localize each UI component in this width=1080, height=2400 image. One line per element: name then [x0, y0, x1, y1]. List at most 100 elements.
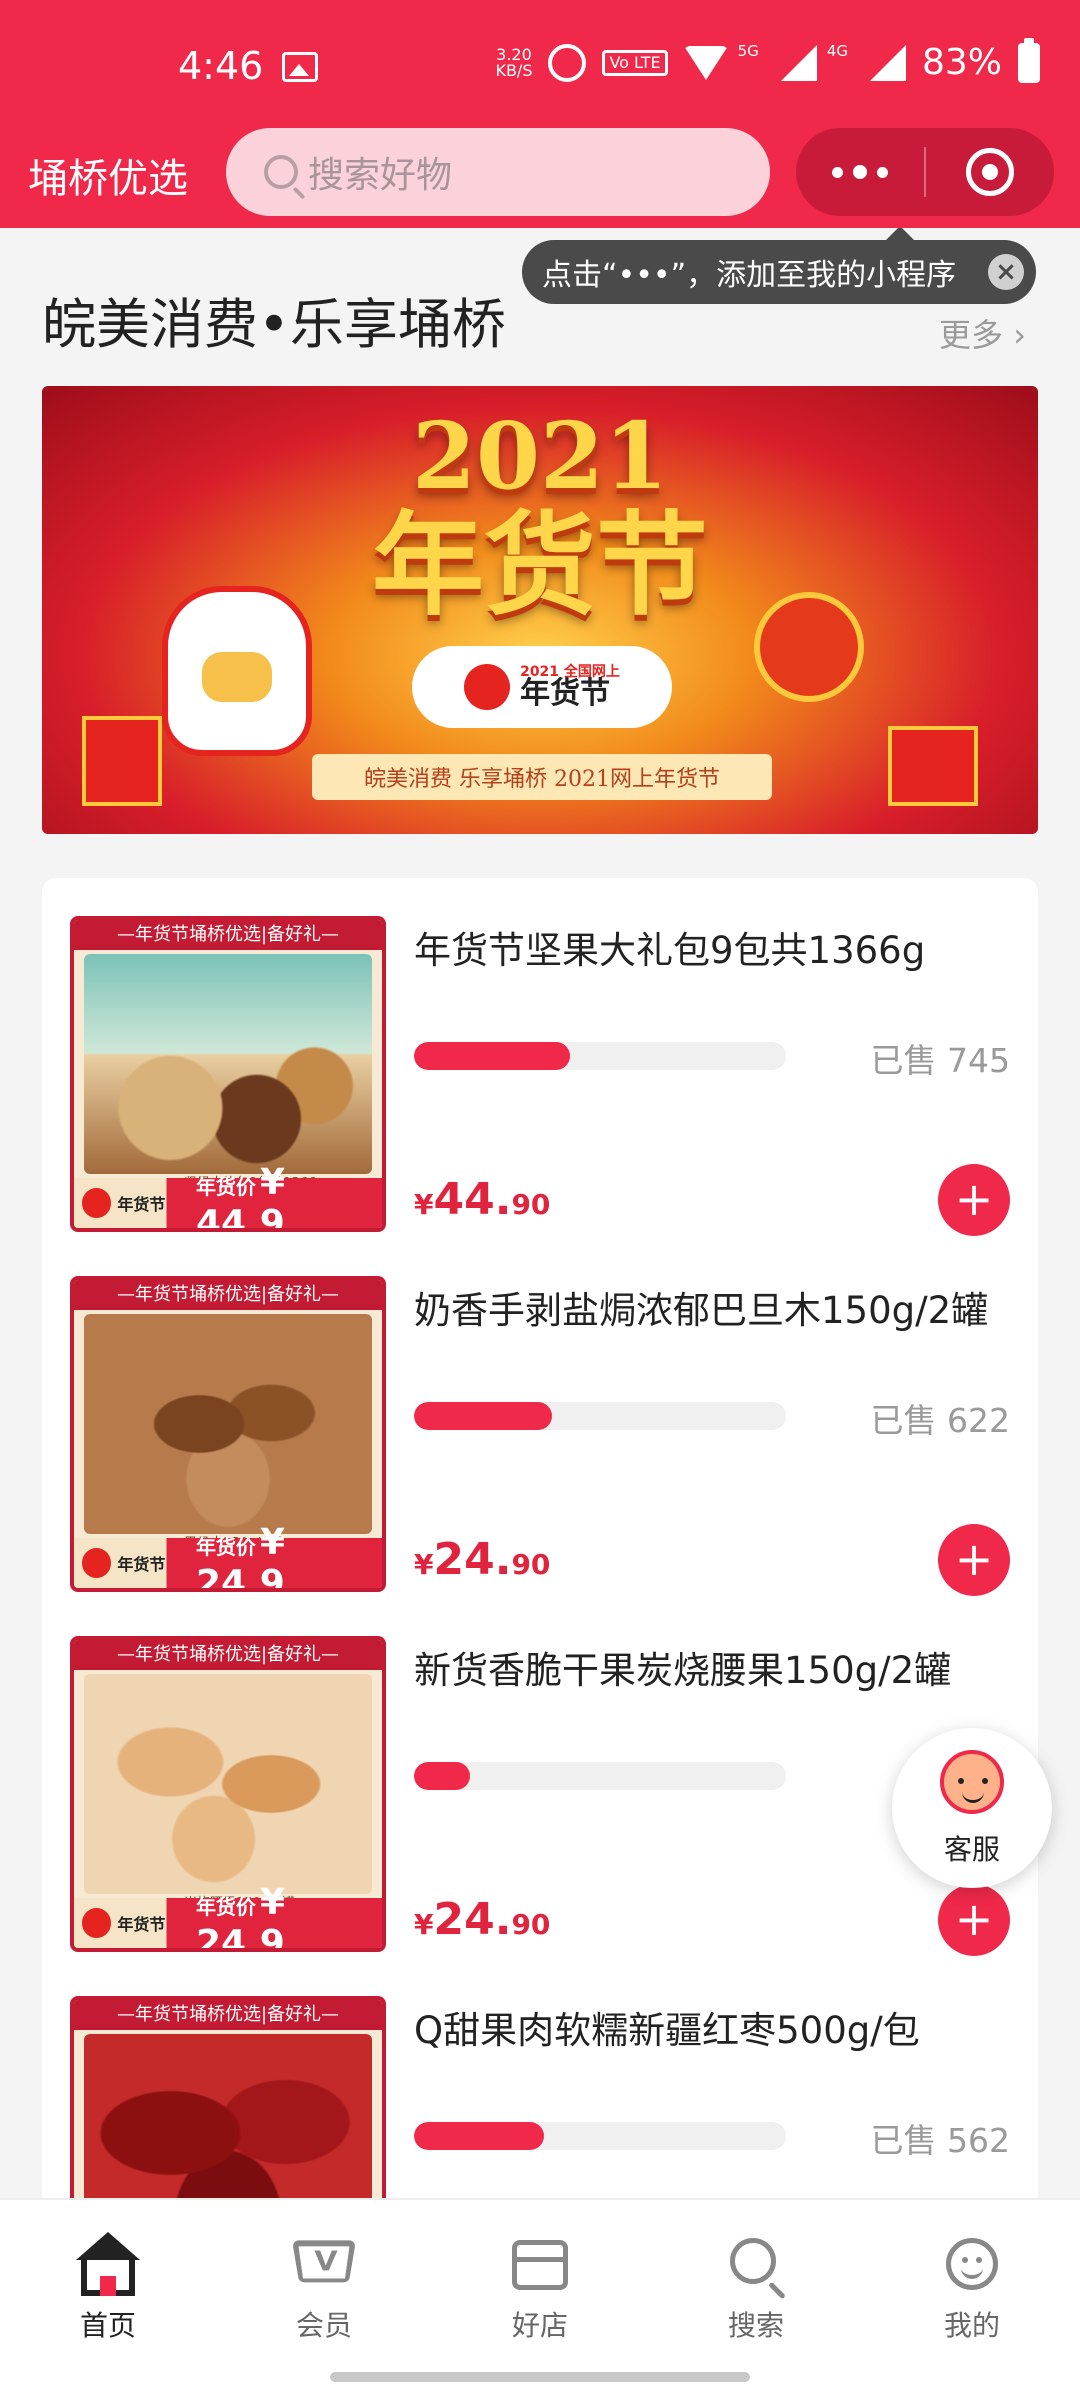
product-item[interactable]: —年货节埇桥优选|备好礼— 炭烧腰果150g/2罐 年货节 年货价¥ 24.9 … — [70, 1636, 1010, 1956]
gallery-notification-icon — [282, 52, 318, 82]
product-image[interactable]: —年货节埇桥优选|备好礼— 炭烧腰果150g/2罐 年货节 年货价¥ 24.9 — [70, 1636, 386, 1952]
vip-icon — [291, 2232, 357, 2296]
sales-progress-bar — [414, 2122, 786, 2150]
price-integer: 44. — [433, 1174, 512, 1225]
home-icon — [76, 2232, 140, 2296]
cashew-photo — [84, 1674, 372, 1894]
nav-shops[interactable]: 好店 — [470, 2232, 610, 2344]
red-dates-photo — [84, 2034, 372, 2198]
sold-count: 已售 745 — [870, 1041, 1010, 1080]
product-name[interactable]: 奶香手剥盐焗浓郁巴旦木150g/2罐 — [414, 1280, 1014, 1334]
banner-badge-text: 2021 全国网上 年货节 — [520, 665, 620, 709]
almond-photo — [84, 1314, 372, 1534]
vip-shape — [291, 2240, 357, 2283]
price-decimal: 90 — [511, 1908, 551, 1941]
signal-4g-icon: 4G — [827, 42, 854, 83]
sales-progress-bar — [414, 1042, 786, 1070]
price-currency: ¥ — [414, 1908, 434, 1941]
section-title: 皖美消费•乐享埇桥 — [42, 293, 506, 356]
shop-icon — [508, 2232, 572, 2296]
nav-search[interactable]: 搜索 — [686, 2232, 826, 2344]
product-image[interactable]: —年货节埇桥优选|备好礼— 巴旦木150g/2罐 年货节 年货价¥ 24.9 — [70, 1276, 386, 1592]
search-icon — [264, 155, 298, 189]
product-price: ¥44.90 — [414, 1174, 550, 1225]
nav-shops-label: 好店 — [511, 2309, 568, 2342]
sold-count: 已售 562 — [870, 2121, 1010, 2160]
search-input[interactable]: 搜索好物 — [226, 128, 770, 216]
nav-mine-label: 我的 — [943, 2309, 1000, 2342]
sales-progress-fill — [414, 1042, 571, 1070]
price-decimal: 90 — [511, 1188, 551, 1221]
product-image[interactable]: —年货节埇桥优选|备好礼— 坚果大礼包9包共1366g 年货节 年货价¥ 44.… — [70, 916, 386, 1232]
search-shape — [730, 2238, 776, 2284]
banner-slogan: 皖美消费 乐享埇桥 2021网上年货节 — [312, 754, 772, 800]
add-to-cart-button[interactable]: + — [938, 1164, 1010, 1236]
product-name[interactable]: 年货节坚果大礼包9包共1366g — [414, 920, 1014, 974]
signal-bars-icon-2 — [869, 44, 906, 81]
close-miniprogram-button[interactable] — [926, 128, 1054, 216]
nuts-gift-pack-photo — [84, 954, 372, 1174]
nav-member[interactable]: 会员 — [254, 2232, 394, 2344]
more-options-button[interactable] — [796, 128, 924, 216]
product-item[interactable]: —年货节埇桥优选|备好礼— Q甜果肉软糯新疆红枣500g/包 已售 562 — [70, 1996, 1010, 2198]
festival-logo-icon — [82, 1908, 112, 1938]
thumb-logo-text: 年货节 — [117, 1915, 166, 1934]
nav-member-label: 会员 — [295, 2309, 352, 2342]
sales-progress-bar — [414, 1762, 786, 1790]
sales-progress-fill — [414, 1762, 470, 1790]
tooltip-close-icon[interactable]: × — [988, 254, 1024, 290]
product-item[interactable]: —年货节埇桥优选|备好礼— 坚果大礼包9包共1366g 年货节 年货价¥ 44.… — [70, 916, 1010, 1236]
price-currency: ¥ — [414, 1548, 434, 1581]
product-item[interactable]: —年货节埇桥优选|备好礼— 巴旦木150g/2罐 年货节 年货价¥ 24.9 奶… — [70, 1276, 1010, 1596]
add-to-cart-button[interactable]: + — [938, 1884, 1010, 1956]
bottom-nav: 首页 会员 好店 搜索 我的 — [0, 2198, 1080, 2400]
thumb-price-label: 年货价 — [195, 1535, 256, 1559]
price-integer: 24. — [433, 1534, 512, 1585]
add-to-cart-button[interactable]: + — [938, 1524, 1010, 1596]
thumb-price: 年货价 ¥ 24.9 — [196, 1882, 382, 1948]
target-dot — [982, 164, 998, 180]
price-currency: ¥ — [414, 1188, 434, 1221]
wifi-icon — [683, 45, 728, 80]
promo-banner[interactable]: 2021 年货节 2021 全国网上 年货节 皖美消费 乐享埇桥 2021网上年… — [42, 386, 1038, 834]
thumb-price: 年货价 ¥ 24.9 — [195, 1522, 382, 1588]
section-more-link[interactable]: 更多 › — [939, 310, 1026, 356]
lion-dance-image — [162, 586, 312, 756]
thumb-logo-text: 年货节 — [117, 1555, 166, 1574]
gift-box-image-2 — [888, 726, 978, 806]
product-name[interactable]: Q甜果肉软糯新疆红枣500g/包 — [414, 2000, 1014, 2054]
banner-badge-big: 年货节 — [520, 676, 611, 711]
product-image[interactable]: —年货节埇桥优选|备好礼— — [70, 1996, 386, 2198]
signal-bars-icon — [780, 44, 817, 81]
signal-5g-label: 5G — [737, 42, 759, 60]
add-to-my-miniprogram-tooltip: 点击“•••”，添加至我的小程序 × — [522, 228, 1036, 304]
search-placeholder: 搜索好物 — [308, 155, 453, 196]
thumb-price-label: 年货价 — [195, 1175, 256, 1199]
thumb-header: —年货节埇桥优选|备好礼— — [74, 920, 382, 950]
product-list: —年货节埇桥优选|备好礼— 坚果大礼包9包共1366g 年货节 年货价¥ 44.… — [42, 878, 1038, 2198]
main-content[interactable]: 点击“•••”，添加至我的小程序 × 皖美消费•乐享埇桥 更多 › 2021 年… — [0, 228, 1080, 2198]
battery-icon — [1018, 37, 1040, 83]
customer-service-button[interactable]: 客服 — [892, 1728, 1052, 1888]
nav-home[interactable]: 首页 — [38, 2232, 178, 2344]
status-time: 4:46 — [178, 44, 264, 88]
product-name[interactable]: 新货香脆干果炭烧腰果150g/2罐 — [414, 1640, 1014, 1694]
chevron-right-icon: › — [1003, 316, 1026, 354]
thumb-logo-text: 年货节 — [117, 1195, 166, 1214]
nav-search-label: 搜索 — [727, 2309, 784, 2342]
banner-badge: 2021 全国网上 年货节 — [412, 646, 672, 728]
section-more-label: 更多 — [939, 316, 1004, 354]
target-icon — [966, 148, 1014, 196]
customer-service-icon — [940, 1750, 1004, 1814]
nav-mine[interactable]: 我的 — [902, 2232, 1042, 2344]
festival-logo-icon — [464, 664, 511, 710]
smiley-shape — [946, 2238, 998, 2290]
app-header: 埇桥优选 搜索好物 — [0, 128, 1080, 228]
festival-logo-icon — [82, 1188, 112, 1218]
nav-home-label: 首页 — [79, 2309, 136, 2342]
thumb-price-bar: 年货节 年货价 ¥ 24.9 — [74, 1522, 382, 1588]
battery-percent: 83% — [921, 42, 1002, 83]
sales-progress-fill — [414, 2122, 545, 2150]
dot-icon — [853, 165, 867, 179]
home-indicator — [330, 2372, 750, 2382]
